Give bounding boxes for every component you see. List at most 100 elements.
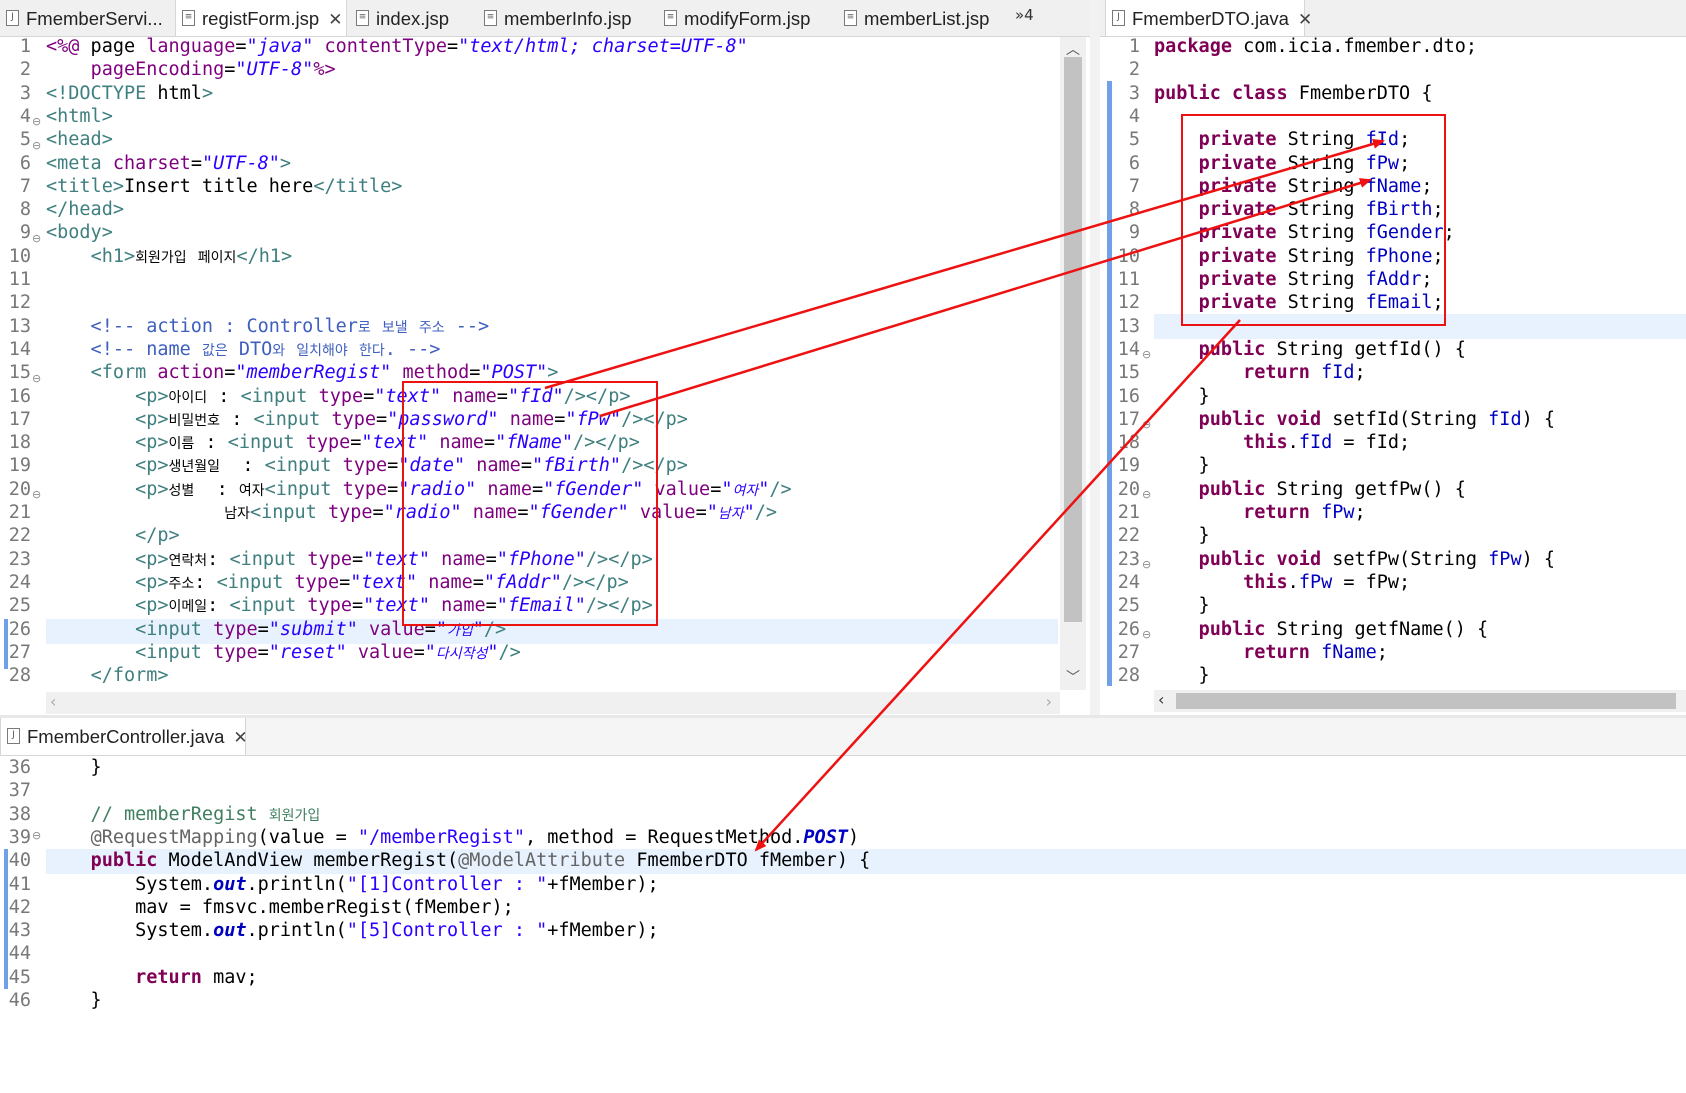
line-number: 17: [1117, 408, 1140, 430]
java-file-icon: J: [6, 10, 19, 26]
close-icon[interactable]: ✕: [328, 10, 342, 30]
line-number: 21: [1117, 502, 1140, 523]
line-number: 12: [8, 292, 31, 314]
line-number: 7: [1128, 175, 1140, 197]
code-line: this.fId = fId;: [1243, 432, 1411, 454]
fold-marker[interactable]: ⊖: [32, 139, 41, 152]
fold-marker[interactable]: ⊖: [1142, 628, 1151, 641]
line-number: 38: [8, 803, 31, 825]
close-icon[interactable]: ✕: [233, 728, 247, 748]
line-number: 16: [8, 385, 31, 407]
code-line: <!-- action : Controller로 보낼 주소 -->: [46, 315, 490, 337]
line-number: 18: [8, 432, 31, 454]
controller-code-area[interactable]: 36 } 37 38 // memberRegist 회원가입 39 @Request…: [0, 756, 1686, 1093]
code-line: </form>: [90, 665, 169, 687]
line-number: 40: [8, 850, 31, 872]
code-line: }: [1154, 385, 1210, 407]
line-number: 3: [1128, 82, 1140, 104]
line-number: 44: [8, 943, 31, 965]
code-line: public void setfPw(String fPw) {: [1198, 548, 1556, 570]
code-line: package com.icia.fmember.dto;: [1154, 36, 1478, 57]
java-file-icon: J: [1112, 10, 1125, 26]
code-line: <%@ page language="java" contentType="te…: [46, 36, 748, 57]
dto-horizontal-scrollbar[interactable]: ‹: [1154, 690, 1686, 712]
controller-tab-bar: J FmemberController.java ✕: [0, 718, 1686, 756]
tab-index[interactable]: ≡ index.jsp: [350, 0, 472, 36]
line-number: 23: [8, 548, 31, 570]
tab-fmemberservice[interactable]: J FmemberServi...: [0, 0, 172, 36]
fold-marker[interactable]: ⊖: [32, 115, 41, 128]
line-number: 5: [1128, 129, 1140, 151]
line-number: 20: [1117, 478, 1140, 500]
code-line: }: [46, 757, 102, 778]
line-number: 13: [1117, 315, 1140, 337]
line-number: 45: [8, 966, 31, 988]
chevron-down-icon[interactable]: ﹀: [1066, 667, 1080, 687]
line-number: 10: [1117, 245, 1140, 267]
line-number: 15: [1117, 362, 1140, 384]
chevron-left-icon[interactable]: ‹: [50, 692, 56, 711]
code-line: }: [1154, 525, 1210, 547]
fold-marker[interactable]: ⊖: [32, 232, 41, 245]
line-number: 28: [1117, 665, 1140, 687]
code-line: System.out.println("[1]Controller : "+fM…: [46, 873, 659, 895]
line-number: 1: [1128, 36, 1140, 57]
line-number: 3: [19, 82, 31, 104]
line-number: 27: [8, 641, 31, 663]
more-tabs-button[interactable]: »4: [1015, 6, 1034, 24]
code-line: pageEncoding="UTF-8"%>: [90, 59, 336, 81]
fold-marker[interactable]: ⊖: [1142, 558, 1151, 571]
chevron-left-icon[interactable]: ‹: [1158, 690, 1164, 709]
fold-marker[interactable]: ⊖: [1142, 488, 1151, 501]
tab-modifyform[interactable]: ≡ modifyForm.jsp: [658, 0, 833, 36]
fold-marker[interactable]: ⊖: [32, 829, 41, 842]
tab-registform[interactable]: ≡ registForm.jsp ✕: [175, 0, 347, 36]
dto-editor-panel: J FmemberDTO.java ✕ 1 package com.icia.fme…: [1100, 0, 1686, 715]
jsp-scroll-thumb[interactable]: [1064, 57, 1082, 622]
jsp-file-icon: ≡: [182, 10, 195, 26]
code-line: public String getfId() {: [1198, 338, 1466, 360]
tab-fmemberdto[interactable]: J FmemberDTO.java ✕: [1105, 0, 1312, 36]
jsp-name-attributes-highlight: [402, 381, 658, 626]
line-number: 42: [8, 896, 31, 918]
code-line: <title>Insert title here</title>: [46, 175, 403, 197]
jsp-vertical-scrollbar[interactable]: ︿ ﹀: [1060, 37, 1086, 690]
tab-memberinfo[interactable]: ≡ memberInfo.jsp: [478, 0, 652, 36]
tab-memberlist[interactable]: ≡ memberList.jsp: [838, 0, 1008, 36]
code-line: public ModelAndView memberRegist(@ModelA…: [90, 850, 871, 872]
code-line: // memberRegist 회원가입: [46, 803, 321, 825]
line-number: 5: [19, 129, 31, 151]
code-line: <html>: [46, 105, 113, 127]
close-icon[interactable]: ✕: [1298, 10, 1312, 30]
code-line: this.fPw = fPw;: [1243, 571, 1411, 593]
dto-scroll-thumb[interactable]: [1176, 693, 1676, 709]
code-line: <input type="reset" value="다시작성"/>: [135, 641, 521, 663]
jsp-file-icon: ≡: [844, 10, 857, 26]
line-number: 36: [8, 757, 31, 778]
panel-divider[interactable]: [1090, 0, 1100, 718]
line-number: 19: [8, 455, 31, 477]
fold-marker[interactable]: ⊖: [1142, 348, 1151, 361]
tab-fmembercontroller[interactable]: J FmemberController.java ✕: [0, 718, 248, 755]
code-line: }: [1154, 455, 1210, 477]
line-number: 11: [1117, 269, 1140, 290]
line-number: 41: [8, 873, 31, 895]
jsp-tab-bar: J FmemberServi... ≡ registForm.jsp ✕ ≡ in…: [0, 0, 1090, 37]
line-number: 18: [1117, 432, 1140, 454]
line-number: 22: [1117, 525, 1140, 547]
line-number: 37: [8, 780, 31, 802]
code-line: </p>: [135, 525, 180, 547]
line-number: 24: [1117, 571, 1140, 593]
code-line: <h1>회원가입 페이지</h1>: [90, 245, 293, 267]
jsp-horizontal-scrollbar[interactable]: ‹ ›: [46, 692, 1060, 714]
line-number: 15: [8, 362, 31, 384]
fold-marker[interactable]: ⊖: [1142, 418, 1151, 431]
line-number: 26: [8, 618, 31, 640]
fold-marker[interactable]: ⊖: [32, 372, 41, 385]
chevron-up-icon[interactable]: ︿: [1066, 39, 1080, 59]
chevron-right-icon[interactable]: ›: [1046, 692, 1052, 711]
fold-marker[interactable]: ⊖: [32, 488, 41, 501]
line-number: 6: [19, 152, 31, 174]
code-line: mav = fmsvc.memberRegist(fMember);: [46, 896, 514, 918]
line-number: 2: [19, 59, 31, 81]
